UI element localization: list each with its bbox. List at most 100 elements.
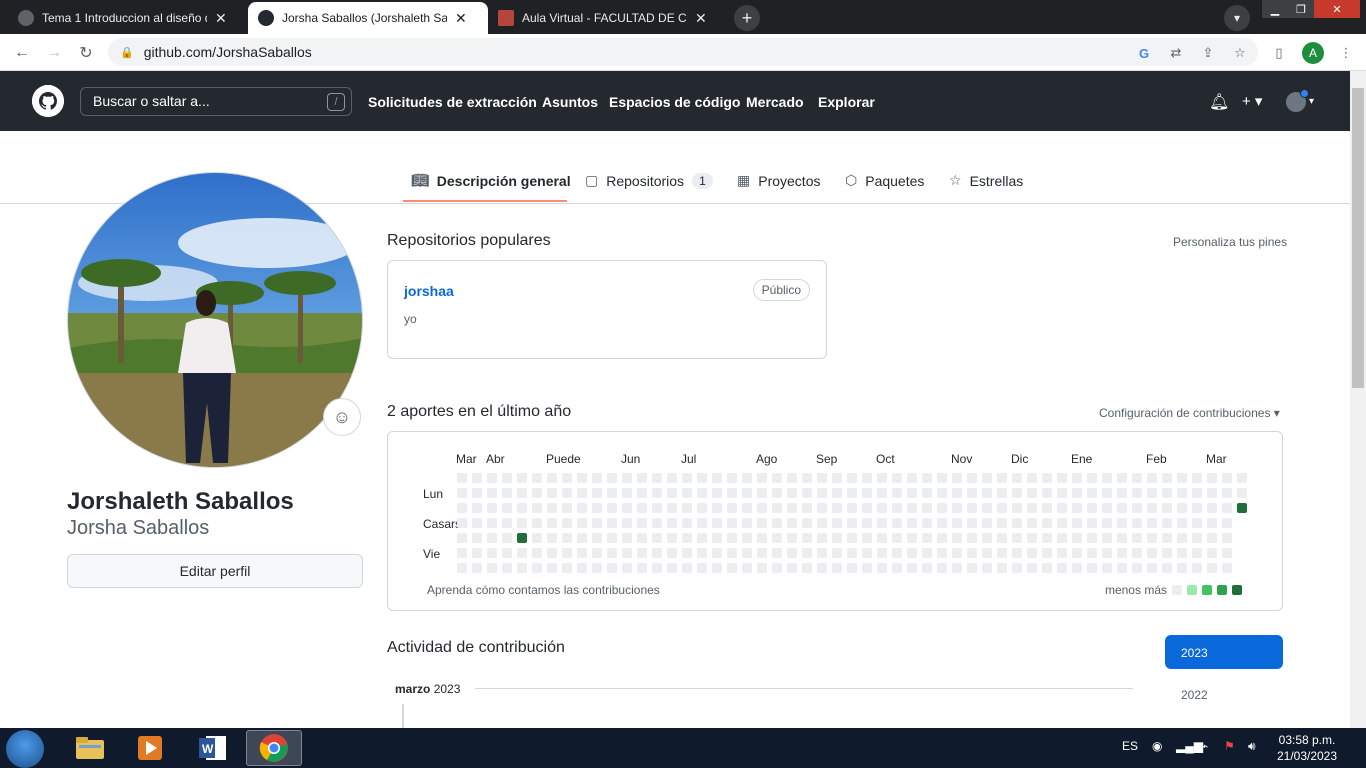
maximize-window-icon[interactable]: ❐ xyxy=(1288,0,1314,18)
contribution-cell[interactable] xyxy=(1102,473,1112,483)
contribution-cell[interactable] xyxy=(1042,503,1052,513)
contribution-cell[interactable] xyxy=(532,533,542,543)
contribution-cell[interactable] xyxy=(787,563,797,573)
contribution-cell[interactable] xyxy=(1087,503,1097,513)
contribution-cell[interactable] xyxy=(547,503,557,513)
contribution-cell[interactable] xyxy=(1207,563,1217,573)
contribution-cell[interactable] xyxy=(1162,503,1172,513)
contribution-cell[interactable] xyxy=(1147,503,1157,513)
contribution-cell[interactable] xyxy=(862,563,872,573)
contribution-cell[interactable] xyxy=(667,563,677,573)
contribution-cell[interactable] xyxy=(697,488,707,498)
contribution-cell[interactable] xyxy=(1177,533,1187,543)
contribution-cell[interactable] xyxy=(1117,533,1127,543)
contribution-cell[interactable] xyxy=(502,533,512,543)
contribution-cell[interactable] xyxy=(1012,488,1022,498)
create-new-dropdown[interactable]: + ▾ xyxy=(1242,92,1262,110)
contribution-cell[interactable] xyxy=(892,488,902,498)
contribution-cell[interactable] xyxy=(622,563,632,573)
contribution-cell[interactable] xyxy=(757,473,767,483)
contribution-cell[interactable] xyxy=(922,488,932,498)
contribution-cell[interactable] xyxy=(802,518,812,528)
contribution-cell[interactable] xyxy=(1192,503,1202,513)
contribution-cell[interactable] xyxy=(547,473,557,483)
contribution-cell[interactable] xyxy=(772,503,782,513)
contribution-cell[interactable] xyxy=(1177,518,1187,528)
contribution-cell[interactable] xyxy=(757,518,767,528)
contribution-cell[interactable] xyxy=(652,473,662,483)
contribution-cell[interactable] xyxy=(817,518,827,528)
contribution-cell[interactable] xyxy=(577,563,587,573)
contribution-cell[interactable] xyxy=(727,518,737,528)
customize-pins-link[interactable]: Personaliza tus pines xyxy=(1173,235,1287,249)
contribution-cell[interactable] xyxy=(982,533,992,543)
contribution-cell[interactable] xyxy=(997,518,1007,528)
new-tab-button[interactable]: + xyxy=(734,5,760,31)
contribution-cell[interactable] xyxy=(997,503,1007,513)
contribution-cell[interactable] xyxy=(982,563,992,573)
contribution-cell[interactable] xyxy=(562,518,572,528)
contribution-cell[interactable] xyxy=(667,518,677,528)
contribution-cell[interactable] xyxy=(1117,518,1127,528)
contribution-cell[interactable] xyxy=(457,473,467,483)
contribution-cell[interactable] xyxy=(1027,548,1037,558)
contribution-cell[interactable] xyxy=(997,533,1007,543)
contribution-cell[interactable] xyxy=(472,503,482,513)
contribution-cell[interactable] xyxy=(1237,473,1247,483)
contribution-cell[interactable] xyxy=(577,473,587,483)
contribution-cell[interactable] xyxy=(652,503,662,513)
scrollbar-thumb[interactable] xyxy=(1352,88,1364,388)
contribution-cell[interactable] xyxy=(1207,473,1217,483)
learn-contributions-link[interactable]: Aprenda cómo contamos las contribuciones xyxy=(427,583,660,597)
contribution-cell[interactable] xyxy=(1087,473,1097,483)
contribution-cell[interactable] xyxy=(772,548,782,558)
contribution-cell[interactable] xyxy=(1087,488,1097,498)
contribution-cell[interactable] xyxy=(1192,473,1202,483)
contribution-cell[interactable] xyxy=(1102,563,1112,573)
contribution-cell[interactable] xyxy=(1117,548,1127,558)
contribution-cell[interactable] xyxy=(652,563,662,573)
contribution-cell[interactable] xyxy=(532,518,542,528)
contribution-cell[interactable] xyxy=(862,533,872,543)
contribution-cell[interactable] xyxy=(892,548,902,558)
contribution-cell[interactable] xyxy=(682,563,692,573)
contribution-cell[interactable] xyxy=(472,473,482,483)
contribution-cell[interactable] xyxy=(667,473,677,483)
nav-explore[interactable]: Explorar xyxy=(818,94,875,110)
contribution-cell[interactable] xyxy=(802,533,812,543)
contribution-cell[interactable] xyxy=(487,503,497,513)
contribution-cell[interactable] xyxy=(667,503,677,513)
power-plug-icon[interactable]: ⌁ xyxy=(1201,739,1208,753)
contribution-cell[interactable] xyxy=(1117,488,1127,498)
contribution-cell[interactable] xyxy=(1057,473,1067,483)
contribution-cell[interactable] xyxy=(1192,533,1202,543)
contribution-cell[interactable] xyxy=(1237,488,1247,498)
close-tab-icon[interactable]: ✕ xyxy=(695,10,707,27)
contribution-cell[interactable] xyxy=(1027,488,1037,498)
contribution-cell[interactable] xyxy=(1042,518,1052,528)
contribution-cell[interactable] xyxy=(607,548,617,558)
contribution-cell[interactable] xyxy=(1132,488,1142,498)
contribution-cell[interactable] xyxy=(877,488,887,498)
contribution-cell[interactable] xyxy=(712,488,722,498)
contribution-cell[interactable] xyxy=(607,518,617,528)
contribution-cell[interactable] xyxy=(712,473,722,483)
contribution-cell[interactable] xyxy=(1012,548,1022,558)
contribution-cell[interactable] xyxy=(502,503,512,513)
contribution-cell[interactable] xyxy=(1207,503,1217,513)
translate-icon[interactable]: ⇄ xyxy=(1166,43,1186,63)
contribution-cell[interactable] xyxy=(772,488,782,498)
contribution-cell[interactable] xyxy=(592,488,602,498)
contribution-cell[interactable] xyxy=(967,473,977,483)
contribution-cell[interactable] xyxy=(517,548,527,558)
contribution-cell[interactable] xyxy=(937,503,947,513)
contribution-cell[interactable] xyxy=(502,548,512,558)
profile-avatar-photo[interactable] xyxy=(67,172,363,468)
contribution-cell[interactable] xyxy=(1237,503,1247,513)
contribution-cell[interactable] xyxy=(997,488,1007,498)
contribution-cell[interactable] xyxy=(637,533,647,543)
contribution-cell[interactable] xyxy=(922,548,932,558)
contribution-cell[interactable] xyxy=(862,518,872,528)
contribution-cell[interactable] xyxy=(1072,473,1082,483)
edit-profile-button[interactable]: Editar perfil xyxy=(67,554,363,588)
